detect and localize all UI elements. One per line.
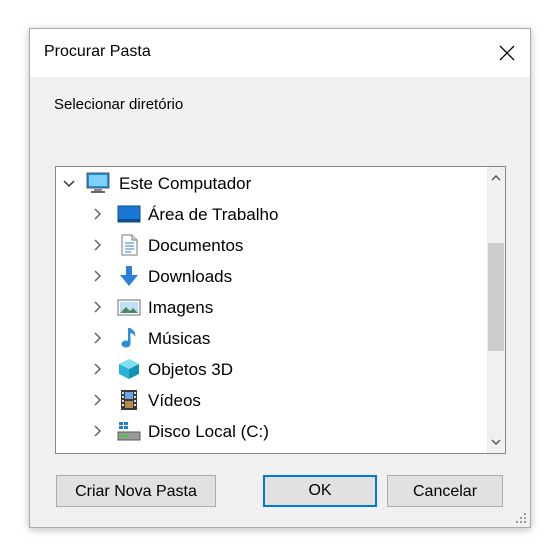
computer-icon: [86, 172, 110, 193]
chevron-up-icon: [491, 174, 501, 181]
chevron-down-icon[interactable]: [62, 176, 76, 190]
desktop-icon: [117, 205, 141, 223]
new-folder-button[interactable]: Criar Nova Pasta: [56, 475, 216, 507]
folder-tree[interactable]: Este Computador Área de Trabalho Documen…: [55, 166, 506, 454]
tree-item-label: Área de Trabalho: [148, 205, 279, 224]
downloads-icon: [120, 266, 138, 286]
dialog-instruction: Selecionar diretório: [54, 96, 184, 113]
tree-item-videos[interactable]: Vídeos: [56, 385, 487, 416]
ok-button[interactable]: OK: [263, 475, 377, 507]
documents-icon: [121, 234, 138, 256]
chevron-right-icon[interactable]: [90, 424, 104, 438]
videos-icon: [121, 390, 137, 410]
chevron-right-icon[interactable]: [90, 393, 104, 407]
tree-item-label: Imagens: [148, 298, 214, 317]
pictures-icon: [117, 299, 141, 316]
tree-item-objetos-3d[interactable]: Objetos 3D: [56, 354, 487, 385]
close-button[interactable]: [484, 29, 530, 77]
vertical-scrollbar[interactable]: [487, 167, 505, 453]
chevron-right-icon[interactable]: [90, 362, 104, 376]
objects-3d-icon: [119, 359, 139, 379]
browse-folder-dialog: Procurar Pasta Selecionar diretório Este…: [29, 28, 531, 528]
scroll-down-button[interactable]: [487, 431, 505, 453]
title-bar: Procurar Pasta: [30, 29, 530, 77]
tree-item-documentos[interactable]: Documentos: [56, 230, 487, 261]
scroll-thumb[interactable]: [488, 243, 504, 351]
tree-item-este-computador[interactable]: Este Computador: [56, 168, 487, 199]
chevron-right-icon[interactable]: [90, 300, 104, 314]
resize-grip-icon[interactable]: [515, 512, 527, 524]
tree-item-label: Downloads: [148, 267, 233, 286]
tree-item-label: Músicas: [148, 329, 211, 348]
tree-item-musicas[interactable]: Músicas: [56, 323, 487, 354]
tree-item-label: Disco Local (C:): [148, 422, 269, 441]
cancel-button[interactable]: Cancelar: [387, 475, 503, 507]
local-disk-icon: [117, 422, 141, 441]
tree-item-label: Objetos 3D: [148, 360, 234, 379]
tree-item-downloads[interactable]: Downloads: [56, 261, 487, 292]
tree-item-disco-local-c[interactable]: Disco Local (C:): [56, 416, 487, 447]
tree-item-label: Este Computador: [119, 174, 252, 193]
dialog-title: Procurar Pasta: [44, 43, 151, 60]
tree-item-label: Documentos: [148, 236, 244, 255]
tree-item-label: Vídeos: [148, 391, 201, 410]
chevron-right-icon[interactable]: [90, 207, 104, 221]
scroll-up-button[interactable]: [487, 167, 505, 189]
chevron-down-icon: [491, 439, 501, 446]
close-icon: [499, 45, 515, 61]
tree-item-area-de-trabalho[interactable]: Área de Trabalho: [56, 199, 487, 230]
music-icon: [121, 328, 136, 348]
chevron-right-icon[interactable]: [90, 331, 104, 345]
tree-item-imagens[interactable]: Imagens: [56, 292, 487, 323]
chevron-right-icon[interactable]: [90, 269, 104, 283]
chevron-right-icon[interactable]: [90, 238, 104, 252]
